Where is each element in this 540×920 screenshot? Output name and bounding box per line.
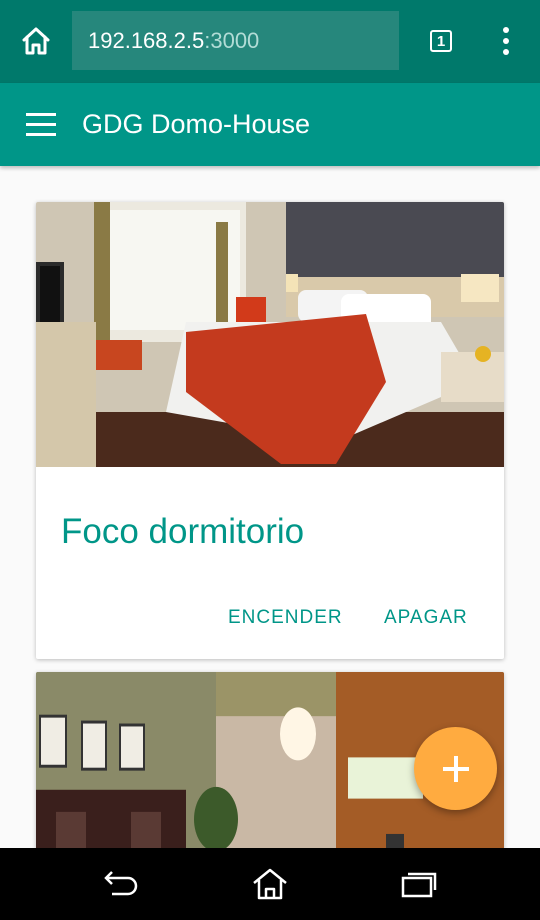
tab-switcher-button[interactable]: 1 [426,26,456,56]
home-icon [22,27,50,55]
plus-icon [442,755,469,782]
back-icon [104,871,138,896]
tab-count: 1 [436,32,446,50]
recent-apps-icon [401,872,437,898]
back-button[interactable] [98,866,142,902]
recent-apps-button[interactable] [397,866,441,902]
browser-toolbar: 192.168.2.5:3000 1 [0,0,540,83]
overflow-menu-dot [503,38,509,44]
page-title: GDG Domo-House [82,109,311,139]
overflow-menu-icon [503,27,509,33]
system-home-button[interactable] [248,866,292,902]
system-navigation-bar [0,848,540,920]
tabs-icon: 1 [430,30,452,52]
bedroom-photo [36,202,504,467]
browser-home-button[interactable] [16,22,56,60]
overflow-menu-dot [503,49,509,55]
turn-off-button[interactable]: APAGAR [384,607,468,629]
card-title: Foco dormitorio [61,512,305,551]
hamburger-menu-icon[interactable] [26,113,56,137]
turn-on-button[interactable]: ENCENDER [228,607,343,629]
address-bar[interactable]: 192.168.2.5:3000 [72,11,399,70]
home-icon [253,868,287,900]
url-host: 192.168.2.5 [88,27,205,53]
add-device-button[interactable] [414,727,497,810]
url-port: :3000 [204,27,260,53]
app-bar: GDG Domo-House [0,83,540,166]
device-card: Foco dormitorio ENCENDER APAGAR [36,202,504,659]
browser-menu-button[interactable] [492,24,520,58]
